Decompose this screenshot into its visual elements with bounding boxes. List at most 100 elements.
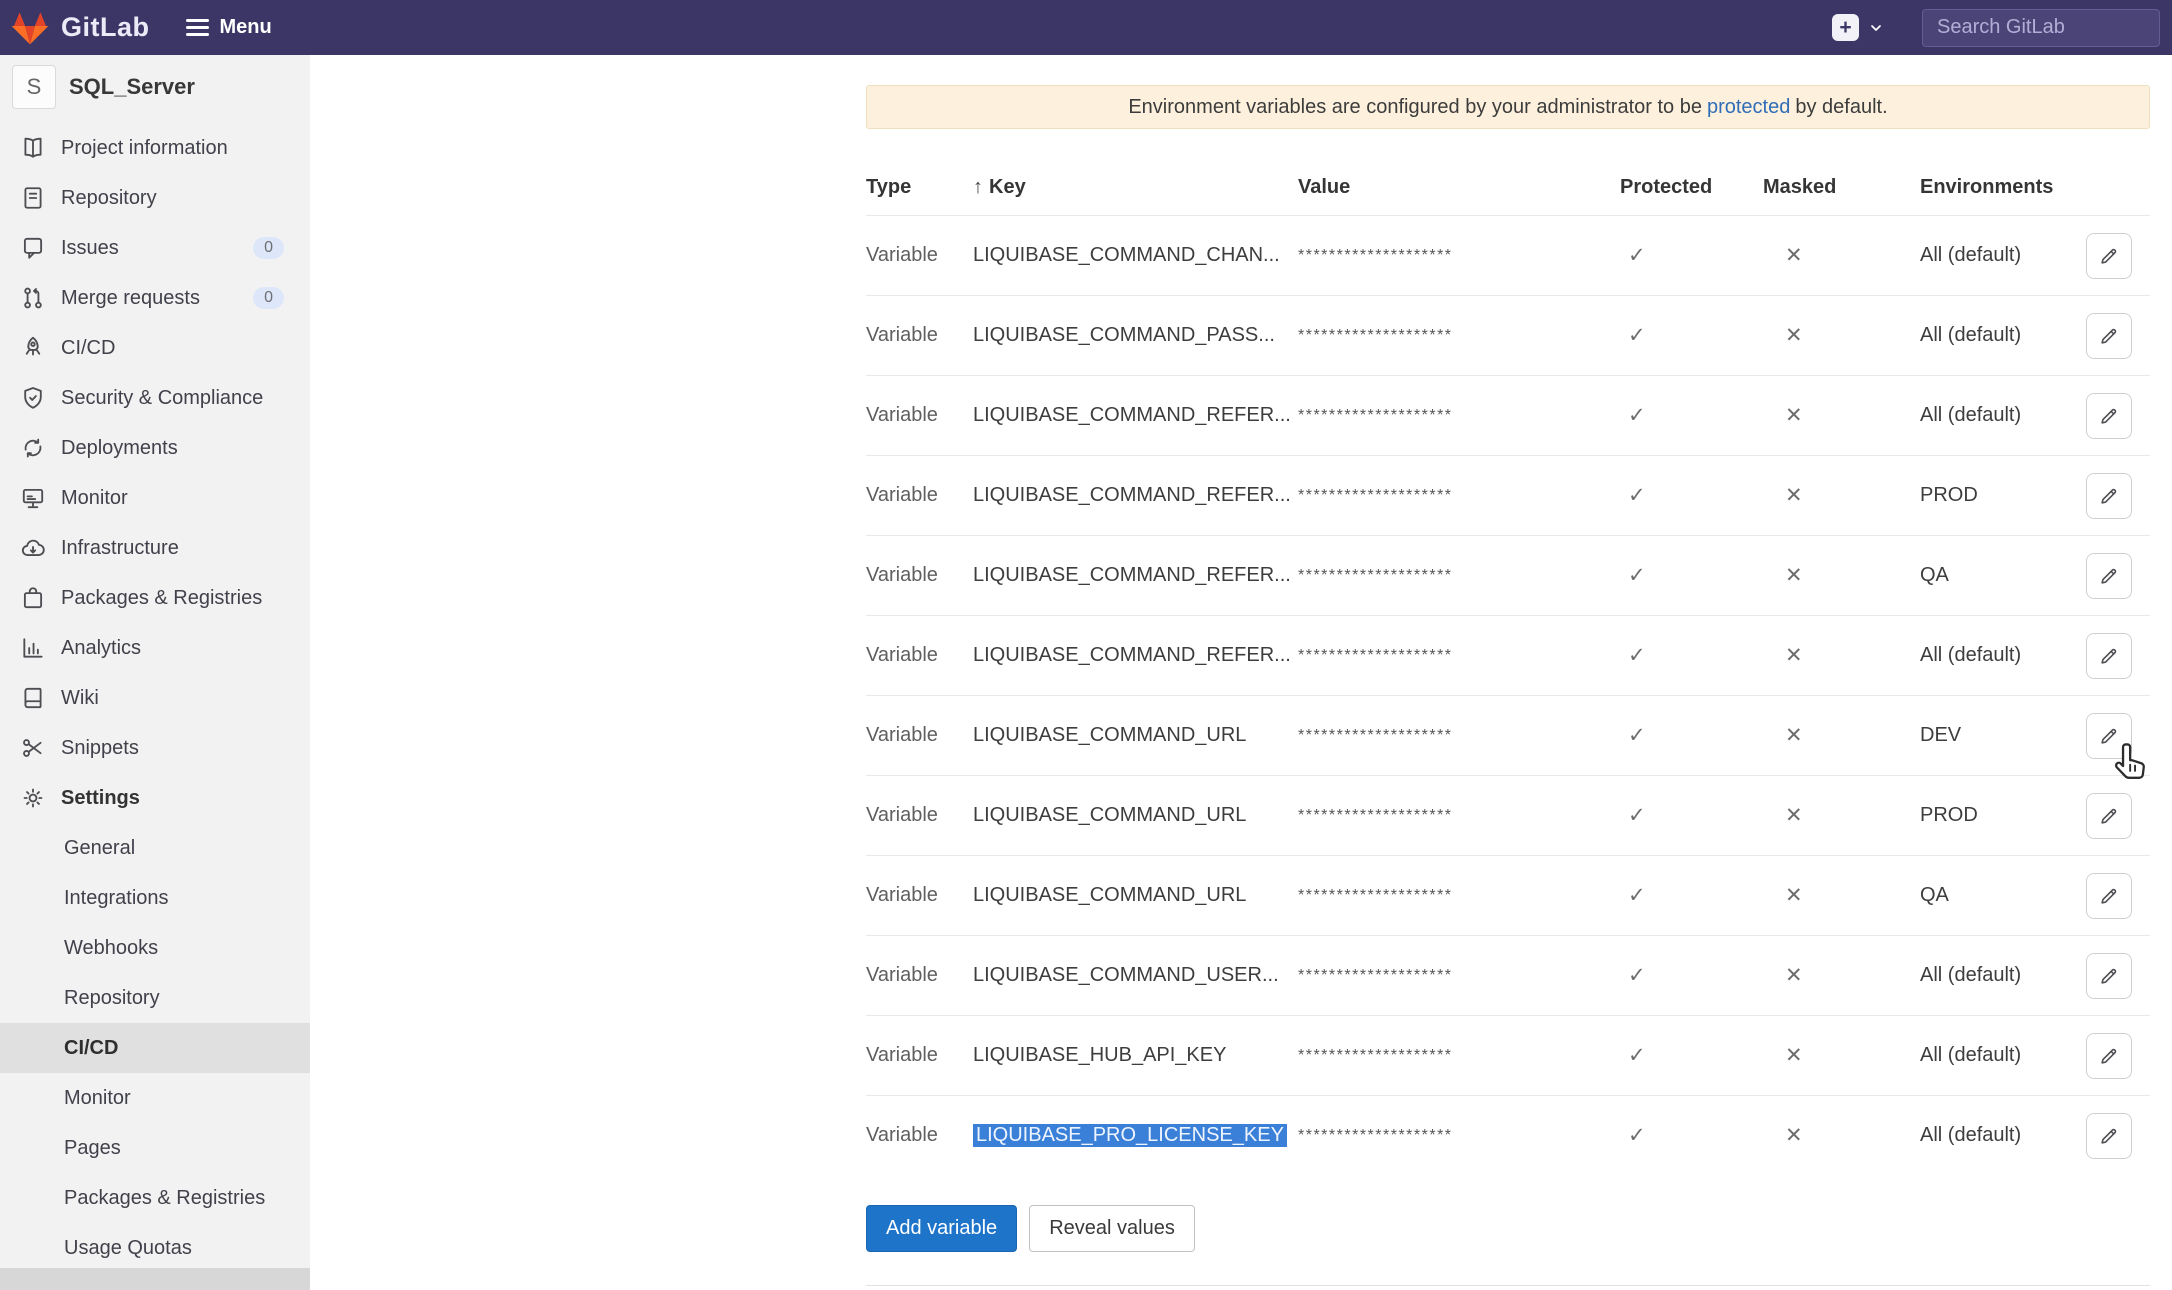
variable-value-masked: ********************	[1298, 407, 1620, 425]
variable-type: Variable	[866, 324, 973, 347]
edit-variable-button[interactable]	[2086, 313, 2132, 359]
gitlab-tanuki-logo-icon	[10, 10, 50, 46]
masked-x-icon: ✕	[1763, 643, 1920, 668]
variable-row: VariableLIQUIBASE_COMMAND_REFER...******…	[866, 535, 2150, 615]
sidebar-item-settings[interactable]: Settings	[0, 773, 310, 823]
variable-environments: DEV	[1920, 724, 2086, 747]
edit-cell	[2086, 313, 2150, 359]
edit-variable-button[interactable]	[2086, 233, 2132, 279]
edit-variable-button[interactable]	[2086, 1113, 2132, 1159]
edit-variable-button[interactable]	[2086, 873, 2132, 919]
menu-button[interactable]: Menu	[186, 16, 272, 39]
count-badge: 0	[253, 237, 284, 259]
sidebar-item-label: Issues	[61, 237, 119, 260]
gitlab-home-link[interactable]: GitLab	[10, 10, 150, 46]
sidebar-item-label: Snippets	[61, 737, 139, 760]
protected-link[interactable]: protected	[1707, 96, 1790, 119]
project-avatar: S	[12, 65, 56, 109]
variable-key: LIQUIBASE_HUB_API_KEY	[973, 1044, 1226, 1066]
edit-cell	[2086, 1033, 2150, 1079]
protected-check-icon: ✓	[1620, 963, 1763, 988]
sidebar-item-label: Packages & Registries	[64, 1187, 265, 1210]
edit-variable-button[interactable]	[2086, 393, 2132, 439]
sidebar-item-label: Security & Compliance	[61, 387, 263, 410]
merge-requests-icon	[20, 285, 46, 311]
sidebar-item-merge-requests[interactable]: Merge requests0	[0, 273, 310, 323]
sidebar-item-pages[interactable]: Pages	[0, 1123, 310, 1173]
masked-x-icon: ✕	[1763, 883, 1920, 908]
sidebar-item-label: Usage Quotas	[64, 1237, 192, 1260]
sidebar-item-deployments[interactable]: Deployments	[0, 423, 310, 473]
masked-x-icon: ✕	[1763, 1043, 1920, 1068]
variable-row: VariableLIQUIBASE_PRO_LICENSE_KEY*******…	[866, 1095, 2150, 1175]
header-value: Value	[1298, 176, 1620, 199]
variable-value-masked: ********************	[1298, 1127, 1620, 1145]
project-information-icon	[20, 135, 46, 161]
sidebar-item-label: Integrations	[64, 887, 169, 910]
sidebar-item-infrastructure[interactable]: Infrastructure	[0, 523, 310, 573]
edit-variable-button[interactable]	[2086, 473, 2132, 519]
search-input[interactable]	[1922, 9, 2160, 47]
protected-check-icon: ✓	[1620, 723, 1763, 748]
sidebar-item-usage-quotas[interactable]: Usage Quotas	[0, 1223, 310, 1273]
sidebar-item-label: Packages & Registries	[61, 587, 262, 610]
sidebar-item-label: Monitor	[61, 487, 128, 510]
sidebar-item-project-information[interactable]: Project information	[0, 123, 310, 173]
sidebar-item-repository[interactable]: Repository	[0, 973, 310, 1023]
variable-value-masked: ********************	[1298, 327, 1620, 345]
masked-x-icon: ✕	[1763, 1123, 1920, 1148]
sidebar-item-repository[interactable]: Repository	[0, 173, 310, 223]
content-divider	[866, 1285, 2150, 1286]
infrastructure-icon	[20, 535, 46, 561]
protected-check-icon: ✓	[1620, 323, 1763, 348]
project-link[interactable]: S SQL_Server	[0, 55, 310, 119]
protected-check-icon: ✓	[1620, 243, 1763, 268]
add-variable-button[interactable]: Add variable	[866, 1205, 1017, 1252]
edit-variable-button[interactable]	[2086, 793, 2132, 839]
sidebar-item-snippets[interactable]: Snippets	[0, 723, 310, 773]
variable-key-cell: LIQUIBASE_COMMAND_URL	[973, 804, 1298, 827]
sidebar-item-webhooks[interactable]: Webhooks	[0, 923, 310, 973]
chevron-down-icon[interactable]	[1868, 20, 1884, 36]
variable-environments: PROD	[1920, 484, 2086, 507]
sidebar-item-integrations[interactable]: Integrations	[0, 873, 310, 923]
sidebar-item-analytics[interactable]: Analytics	[0, 623, 310, 673]
reveal-values-button[interactable]: Reveal values	[1029, 1205, 1195, 1252]
edit-variable-button[interactable]	[2086, 633, 2132, 679]
edit-variable-button[interactable]	[2086, 1033, 2132, 1079]
sidebar-item-ci-cd[interactable]: CI/CD	[0, 323, 310, 373]
banner-text-prefix: Environment variables are configured by …	[1128, 96, 1702, 119]
edit-variable-button[interactable]	[2086, 713, 2132, 759]
new-item-plus-icon[interactable]: +	[1832, 14, 1859, 41]
edit-cell	[2086, 553, 2150, 599]
sidebar-item-security-compliance[interactable]: Security & Compliance	[0, 373, 310, 423]
variable-type: Variable	[866, 244, 973, 267]
sidebar-item-packages-registries[interactable]: Packages & Registries	[0, 573, 310, 623]
header-key-sortable[interactable]: ↑Key	[973, 176, 1298, 199]
edit-variable-button[interactable]	[2086, 953, 2132, 999]
masked-x-icon: ✕	[1763, 803, 1920, 828]
variable-key-selected: LIQUIBASE_PRO_LICENSE_KEY	[973, 1124, 1287, 1147]
sidebar-item-label: Settings	[61, 787, 140, 810]
table-header-row: Type ↑Key Value Protected Masked Environ…	[866, 160, 2150, 215]
variable-key: LIQUIBASE_COMMAND_REFER...	[973, 644, 1291, 666]
sidebar-item-wiki[interactable]: Wiki	[0, 673, 310, 723]
variable-value-masked: ********************	[1298, 727, 1620, 745]
edit-variable-button[interactable]	[2086, 553, 2132, 599]
sidebar-item-monitor[interactable]: Monitor	[0, 473, 310, 523]
variable-key-cell: LIQUIBASE_HUB_API_KEY	[973, 1044, 1298, 1067]
sidebar-item-issues[interactable]: Issues 0	[0, 223, 310, 273]
masked-x-icon: ✕	[1763, 563, 1920, 588]
protected-check-icon: ✓	[1620, 1123, 1763, 1148]
analytics-icon	[20, 635, 46, 661]
count-badge: 0	[253, 287, 284, 309]
sidebar-item-general[interactable]: General	[0, 823, 310, 873]
sidebar-item-packages-registries[interactable]: Packages & Registries	[0, 1173, 310, 1223]
edit-cell	[2086, 233, 2150, 279]
variable-value-masked: ********************	[1298, 887, 1620, 905]
sidebar-item-ci-cd[interactable]: CI/CD	[0, 1023, 310, 1073]
variable-key: LIQUIBASE_COMMAND_REFER...	[973, 564, 1291, 586]
sidebar-item-label: Project information	[61, 137, 228, 160]
sidebar-item-monitor[interactable]: Monitor	[0, 1073, 310, 1123]
project-sidebar: S SQL_Server Project information Reposito…	[0, 55, 310, 1290]
